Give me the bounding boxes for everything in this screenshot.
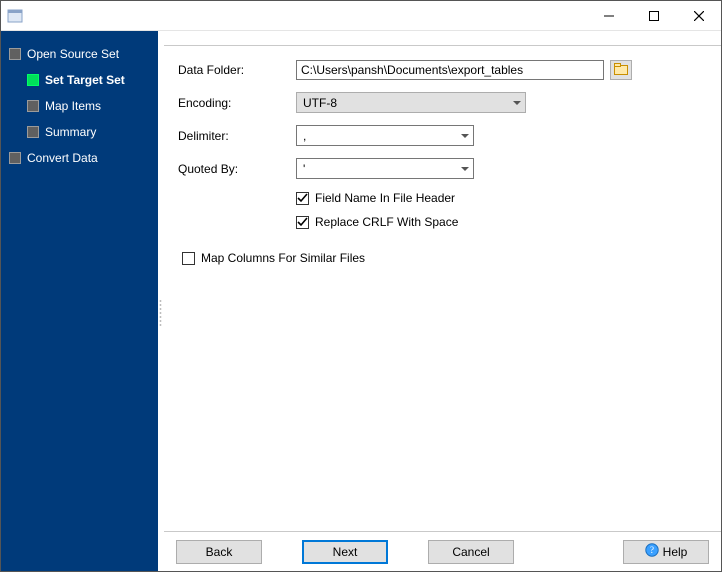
encoding-value: UTF-8	[303, 96, 337, 110]
replace-crlf-checkbox[interactable]	[296, 216, 309, 229]
app-icon	[7, 8, 23, 24]
sidebar-item-set-target-set[interactable]: Set Target Set	[1, 67, 158, 93]
sidebar-item-label: Map Items	[45, 99, 101, 113]
help-button[interactable]: ? Help	[623, 540, 709, 564]
close-button[interactable]	[676, 1, 721, 30]
map-columns-checkbox[interactable]	[182, 252, 195, 265]
data-folder-label: Data Folder:	[178, 63, 296, 77]
next-button[interactable]: Next	[302, 540, 388, 564]
title-bar	[1, 1, 721, 31]
chevron-down-icon	[461, 134, 469, 138]
step-marker-icon	[9, 48, 21, 60]
step-marker-icon	[27, 126, 39, 138]
sidebar-item-map-items[interactable]: Map Items	[1, 93, 158, 119]
step-marker-icon	[9, 152, 21, 164]
back-button[interactable]: Back	[176, 540, 262, 564]
quoted-by-select[interactable]: '	[296, 158, 474, 179]
sidebar-item-label: Convert Data	[27, 151, 98, 165]
sidebar-item-label: Summary	[45, 125, 96, 139]
splitter[interactable]	[158, 31, 164, 571]
sidebar-item-summary[interactable]: Summary	[1, 119, 158, 145]
wizard-sidebar: Open Source Set Set Target Set Map Items…	[1, 31, 158, 571]
field-name-header-checkbox[interactable]	[296, 192, 309, 205]
step-marker-icon	[27, 100, 39, 112]
delimiter-label: Delimiter:	[178, 129, 296, 143]
sidebar-item-convert-data[interactable]: Convert Data	[1, 145, 158, 171]
sidebar-item-open-source-set[interactable]: Open Source Set Set Target Set Map Items…	[1, 41, 158, 145]
quoted-by-value: '	[303, 162, 305, 176]
chevron-down-icon	[461, 167, 469, 171]
svg-text:?: ?	[650, 545, 654, 555]
replace-crlf-label: Replace CRLF With Space	[315, 215, 458, 229]
sidebar-item-label: Open Source Set	[27, 47, 119, 61]
encoding-label: Encoding:	[178, 96, 296, 110]
data-folder-input[interactable]	[296, 60, 604, 80]
help-icon: ?	[645, 543, 659, 560]
field-name-header-label: Field Name In File Header	[315, 191, 455, 205]
cancel-button[interactable]: Cancel	[428, 540, 514, 564]
chevron-down-icon	[513, 101, 521, 105]
map-columns-label: Map Columns For Similar Files	[201, 251, 365, 265]
minimize-button[interactable]	[586, 1, 631, 30]
maximize-button[interactable]	[631, 1, 676, 30]
divider	[164, 45, 721, 46]
delimiter-value: ,	[303, 129, 306, 143]
content-pane: Data Folder: Encoding: UTF-8	[164, 31, 721, 571]
encoding-select[interactable]: UTF-8	[296, 92, 526, 113]
delimiter-select[interactable]: ,	[296, 125, 474, 146]
browse-folder-button[interactable]	[610, 60, 632, 80]
button-bar: Back Next Cancel ? Help	[164, 531, 721, 571]
sidebar-item-label: Set Target Set	[45, 73, 125, 87]
quoted-by-label: Quoted By:	[178, 162, 296, 176]
folder-icon	[614, 63, 628, 78]
step-marker-icon	[27, 74, 39, 86]
